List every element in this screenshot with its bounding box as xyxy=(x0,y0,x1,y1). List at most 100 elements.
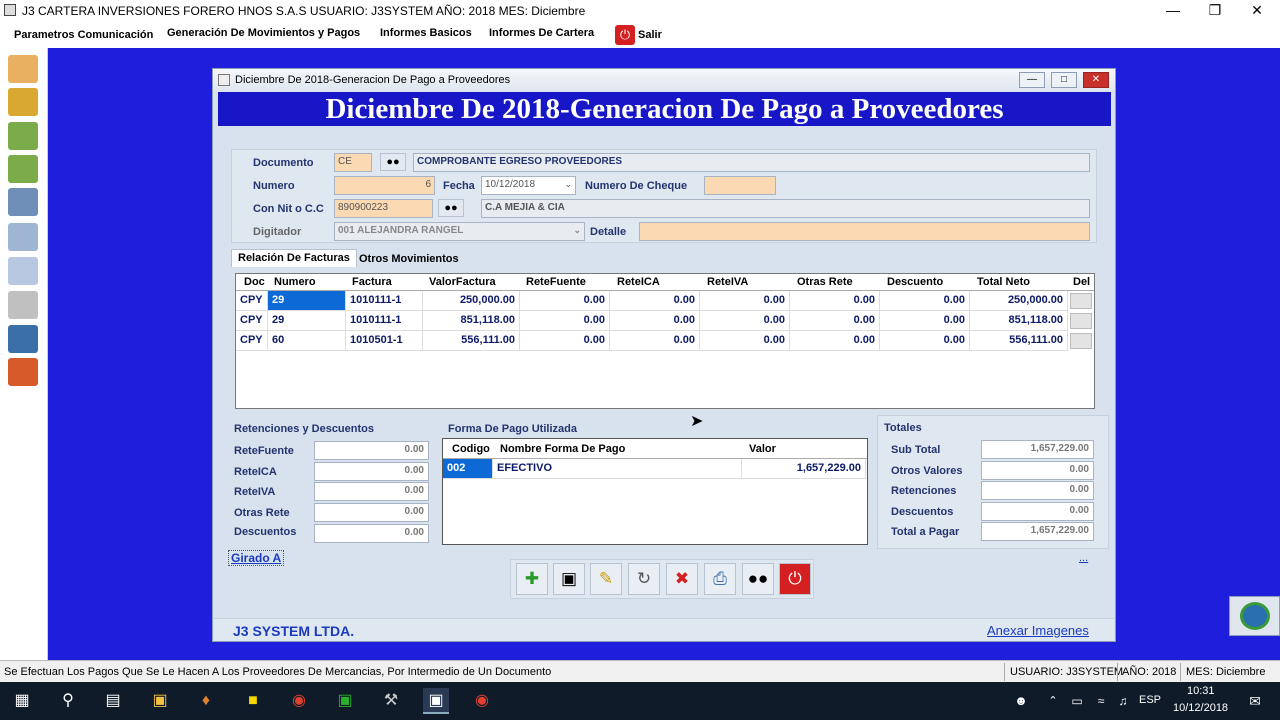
detalle-field[interactable] xyxy=(639,222,1090,241)
cards-icon[interactable] xyxy=(8,55,38,83)
battery-icon[interactable]: ▭ xyxy=(1064,688,1090,714)
anexar-imagenes-link[interactable]: Anexar Imagenes xyxy=(987,623,1089,638)
notifications-icon[interactable]: ✉ xyxy=(1242,688,1268,714)
menu-informes-cartera[interactable]: Informes De Cartera xyxy=(489,27,594,39)
more-options-link[interactable]: ... xyxy=(1079,552,1088,564)
tools-icon[interactable]: ⚒ xyxy=(378,688,404,714)
grid-cell[interactable]: 0.00 xyxy=(700,331,790,351)
recorder-icon[interactable]: ◉ xyxy=(469,688,495,714)
table-row[interactable]: 002 EFECTIVO 1,657,229.00 xyxy=(443,459,867,479)
grid-cell[interactable]: 250,000.00 xyxy=(970,291,1068,311)
task-view-icon[interactable]: ▤ xyxy=(100,688,126,714)
edit-pencil-icon[interactable]: ✎ xyxy=(590,563,622,595)
people-icon[interactable]: ☻ xyxy=(1008,688,1034,714)
windows-start-icon[interactable]: ▦ xyxy=(9,688,35,714)
grid-cell[interactable]: 0.00 xyxy=(610,311,700,331)
sticky-notes-icon[interactable]: ■ xyxy=(240,688,266,714)
grid-cell[interactable]: 0.00 xyxy=(790,331,880,351)
grid-cell[interactable]: CPY xyxy=(236,331,268,351)
users-group-icon[interactable] xyxy=(8,325,38,353)
file-explorer-icon[interactable]: ▣ xyxy=(147,688,173,714)
grid-cell[interactable]: 250,000.00 xyxy=(423,291,520,311)
report-chart-icon[interactable] xyxy=(8,358,38,386)
grid-cell[interactable]: 0.00 xyxy=(520,311,610,331)
grid-cell[interactable]: 29 xyxy=(268,291,346,311)
games-icon[interactable]: ♦ xyxy=(193,688,219,714)
grid-cell[interactable]: 0.00 xyxy=(880,291,970,311)
nit-field[interactable]: 890900223 xyxy=(334,199,433,218)
numero-field[interactable]: 6 xyxy=(334,176,435,195)
chevron-down-icon[interactable]: ⌄ xyxy=(573,225,581,236)
return-arrow-icon[interactable] xyxy=(8,155,38,183)
menu-informes-basicos[interactable]: Informes Basicos xyxy=(380,27,472,39)
chevron-down-icon[interactable]: ⌄ xyxy=(564,179,572,190)
digitador-field[interactable]: 001 ALEJANDRA RANGEL ⌄ xyxy=(334,222,585,241)
menu-parametros[interactable]: Parametros Comunicación xyxy=(14,29,153,41)
grid-cell[interactable]: 0.00 xyxy=(790,291,880,311)
grid-cell[interactable]: 1010501-1 xyxy=(346,331,423,351)
fp-cell[interactable]: 002 xyxy=(443,459,493,479)
save-disk-icon[interactable]: ▣ xyxy=(553,563,585,595)
camtasia-icon[interactable]: ▣ xyxy=(332,688,358,714)
edit-document-icon[interactable] xyxy=(8,257,38,285)
delete-row-button[interactable] xyxy=(1070,333,1092,349)
j3-app-icon[interactable]: ▣ xyxy=(423,688,449,714)
search-binoculars-icon[interactable]: ●● xyxy=(742,563,774,595)
grid-cell[interactable]: 556,111.00 xyxy=(423,331,520,351)
chrome-icon[interactable]: ◉ xyxy=(286,688,312,714)
cheque-field[interactable] xyxy=(704,176,776,195)
window-maximize-icon[interactable]: □ xyxy=(1051,72,1077,88)
grid-cell[interactable]: 0.00 xyxy=(520,291,610,311)
menu-generacion[interactable]: Generación De Movimientos y Pagos xyxy=(167,27,360,39)
fp-cell[interactable]: EFECTIVO xyxy=(493,459,742,479)
delete-row-button[interactable] xyxy=(1070,313,1092,329)
tab-otros-movimientos[interactable]: Otros Movimientos xyxy=(353,251,465,269)
volume-icon[interactable]: ♫ xyxy=(1110,688,1136,714)
window-close-icon[interactable]: ✕ xyxy=(1083,72,1109,88)
grid-cell[interactable]: 1010111-1 xyxy=(346,291,423,311)
grid-cell[interactable]: 0.00 xyxy=(610,291,700,311)
window-minimize-icon[interactable]: — xyxy=(1019,72,1045,88)
delete-row-button[interactable] xyxy=(1070,293,1092,309)
coins-icon[interactable] xyxy=(8,88,38,116)
grid-cell[interactable]: 851,118.00 xyxy=(423,311,520,331)
document-icon[interactable] xyxy=(8,223,38,251)
grid-cell[interactable]: 0.00 xyxy=(880,311,970,331)
menu-salir[interactable]: Salir xyxy=(638,29,662,41)
book-icon[interactable] xyxy=(8,291,38,319)
fp-cell[interactable]: 1,657,229.00 xyxy=(742,459,866,479)
close-icon[interactable]: ✕ xyxy=(1234,0,1280,22)
search-binoculars-icon[interactable]: ●● xyxy=(380,153,406,171)
grid-cell[interactable]: 0.00 xyxy=(520,331,610,351)
grid-cell[interactable]: 0.00 xyxy=(610,331,700,351)
undo-arrow-icon[interactable] xyxy=(8,122,38,150)
grid-cell[interactable]: 851,118.00 xyxy=(970,311,1068,331)
search-icon[interactable]: ⚲ xyxy=(55,688,81,714)
table-row[interactable]: CPY 60 1010501-1 556,111.00 0.00 0.00 0.… xyxy=(236,331,1094,351)
cancel-x-icon[interactable]: ✖ xyxy=(666,563,698,595)
language-indicator[interactable]: ESP xyxy=(1139,694,1161,706)
grid-cell[interactable]: CPY xyxy=(236,291,268,311)
grid-cell[interactable]: CPY xyxy=(236,311,268,331)
search-binoculars-icon[interactable]: ●● xyxy=(438,199,464,217)
tab-relacion-facturas[interactable]: Relación De Facturas xyxy=(231,249,357,267)
refresh-icon[interactable]: ↻ xyxy=(628,563,660,595)
fecha-field[interactable]: 10/12/2018 ⌄ xyxy=(481,176,576,195)
power-exit-icon[interactable]: ⏻ xyxy=(779,563,811,595)
user-form-icon[interactable] xyxy=(8,188,38,216)
girado-a-link[interactable]: Girado A xyxy=(228,550,285,566)
minimize-icon[interactable]: — xyxy=(1150,0,1196,22)
print-icon[interactable]: ⎙ xyxy=(704,563,736,595)
documento-field[interactable]: CE xyxy=(334,153,372,172)
table-row[interactable]: CPY 29 1010111-1 851,118.00 0.00 0.00 0.… xyxy=(236,311,1094,331)
restore-icon[interactable]: ❐ xyxy=(1192,0,1238,22)
grid-cell[interactable]: 1010111-1 xyxy=(346,311,423,331)
grid-cell[interactable]: 60 xyxy=(268,331,346,351)
new-document-icon[interactable]: ✚ xyxy=(516,563,548,595)
grid-cell[interactable]: 0.00 xyxy=(880,331,970,351)
system-logo-icon[interactable] xyxy=(1229,596,1280,636)
grid-cell[interactable]: 0.00 xyxy=(700,291,790,311)
table-row[interactable]: CPY 29 1010111-1 250,000.00 0.00 0.00 0.… xyxy=(236,291,1094,311)
grid-cell[interactable]: 0.00 xyxy=(790,311,880,331)
power-icon[interactable]: ⏻ xyxy=(615,25,635,45)
